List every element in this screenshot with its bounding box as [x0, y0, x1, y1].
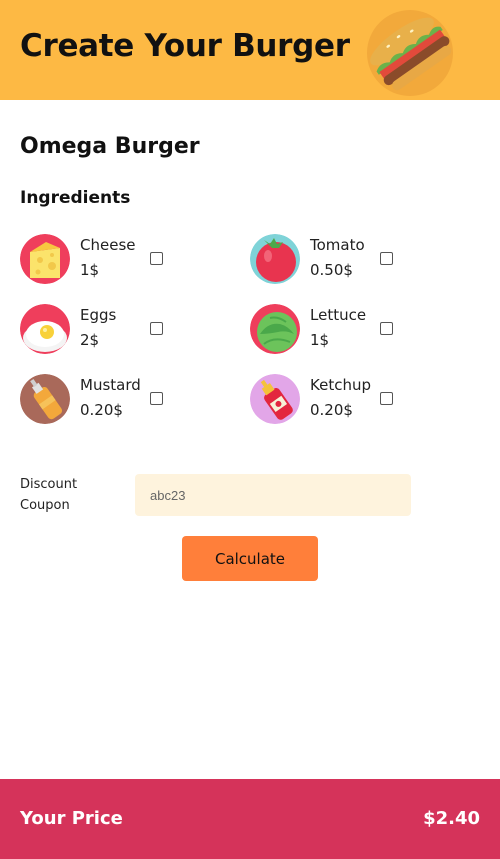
- ingredient-ketchup: Ketchup 0.20$: [250, 374, 410, 426]
- ingredient-tomato: Tomato 0.50$: [250, 234, 410, 286]
- ingredient-price: 0.50$: [310, 261, 353, 279]
- page-title: Create Your Burger: [20, 28, 350, 64]
- app-header: Create Your Burger: [0, 0, 500, 100]
- ingredient-name: Eggs: [80, 306, 117, 324]
- ingredient-price: 0.20$: [80, 401, 123, 419]
- coupon-label: Discount Coupon: [20, 477, 78, 513]
- ingredient-name: Lettuce: [310, 306, 367, 324]
- ingredient-name: Ketchup: [310, 376, 371, 394]
- price-footer: Your Price $2.40: [0, 779, 500, 859]
- tomato-icon: [250, 234, 300, 284]
- price-label: Your Price: [20, 808, 123, 829]
- mustard-icon: [20, 374, 70, 424]
- ingredient-name: Mustard: [80, 376, 141, 394]
- cheese-icon: [20, 234, 70, 284]
- ingredients-heading: Ingredients: [20, 188, 131, 208]
- ketchup-icon: [250, 374, 300, 424]
- ingredient-lettuce: Lettuce 1$: [250, 304, 410, 356]
- cheese-checkbox[interactable]: [150, 252, 163, 265]
- ingredient-eggs: Eggs 2$: [20, 304, 180, 356]
- tomato-checkbox[interactable]: [380, 252, 393, 265]
- ingredient-mustard: Mustard 0.20$: [20, 374, 180, 426]
- ingredient-name: Tomato: [310, 236, 365, 254]
- ingredient-price: 1$: [80, 261, 100, 279]
- ingredient-cheese: Cheese 1$: [20, 234, 180, 286]
- ingredient-name: Cheese: [80, 236, 136, 254]
- egg-icon: [20, 304, 70, 354]
- ingredient-price: 0.20$: [310, 401, 353, 419]
- mustard-checkbox[interactable]: [150, 392, 163, 405]
- price-value: $2.40: [423, 808, 480, 829]
- lettuce-checkbox[interactable]: [380, 322, 393, 335]
- coupon-input[interactable]: [135, 474, 411, 516]
- product-name: Omega Burger: [20, 134, 200, 159]
- ketchup-checkbox[interactable]: [380, 392, 393, 405]
- eggs-checkbox[interactable]: [150, 322, 163, 335]
- calculate-button[interactable]: Calculate: [182, 536, 318, 581]
- ingredient-price: 1$: [310, 331, 330, 349]
- ingredient-price: 2$: [80, 331, 100, 349]
- burger-icon: [366, 9, 454, 97]
- lettuce-icon: [250, 304, 300, 354]
